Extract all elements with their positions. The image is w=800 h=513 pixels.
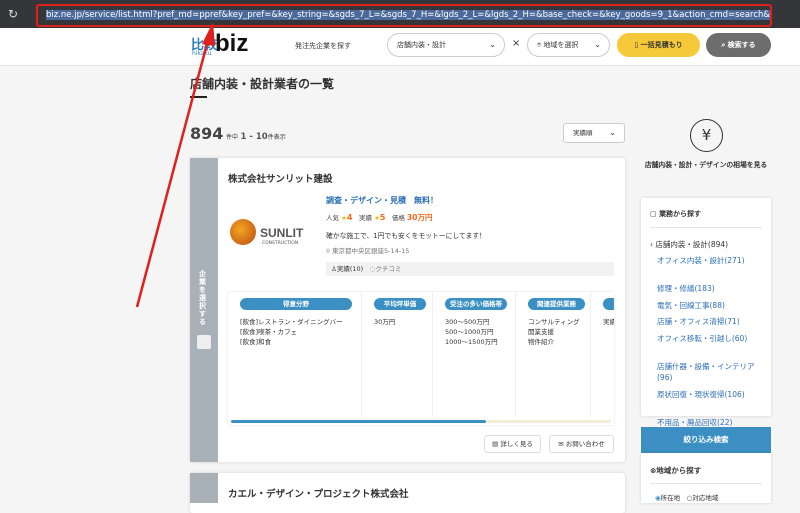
- annotation-arrow: [135, 22, 215, 308]
